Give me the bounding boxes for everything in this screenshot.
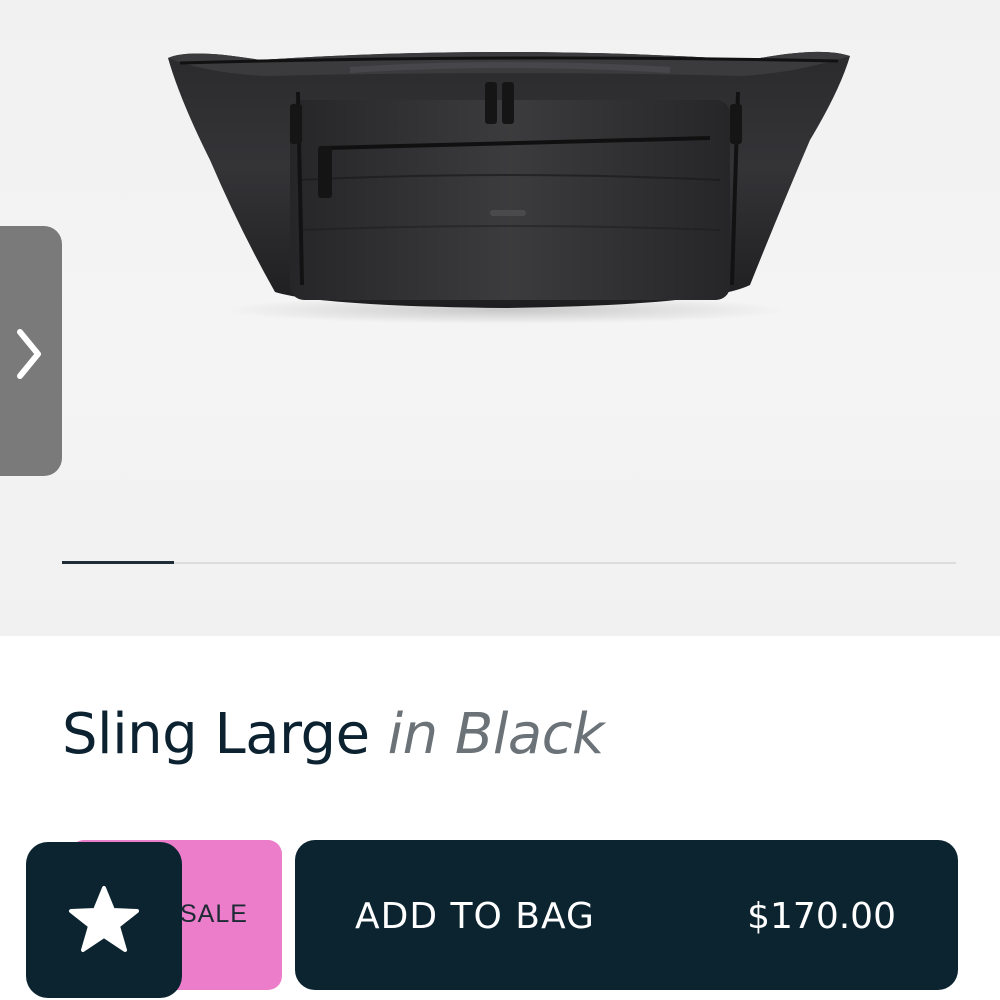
product-page: Sling Large in Black SALE ADD TO BAG $170… bbox=[0, 0, 1000, 1000]
product-color: in Black bbox=[387, 702, 605, 767]
product-name: Sling Large bbox=[62, 702, 370, 767]
gallery-progress-bar bbox=[62, 561, 956, 564]
add-to-bag-button[interactable]: ADD TO BAG $170.00 bbox=[295, 840, 958, 990]
product-image-gallery[interactable] bbox=[0, 0, 1000, 636]
product-title: Sling Large in Black bbox=[62, 700, 604, 770]
gallery-next-button[interactable] bbox=[0, 226, 62, 476]
chevron-right-icon bbox=[17, 329, 41, 379]
gallery-progress-indicator bbox=[62, 561, 174, 564]
product-image bbox=[168, 51, 850, 324]
wishlist-button[interactable] bbox=[26, 842, 182, 998]
price-label: $170.00 bbox=[747, 896, 896, 937]
sale-label: SALE bbox=[180, 900, 248, 928]
add-to-bag-label: ADD TO BAG bbox=[355, 896, 595, 937]
star-icon bbox=[69, 886, 139, 952]
